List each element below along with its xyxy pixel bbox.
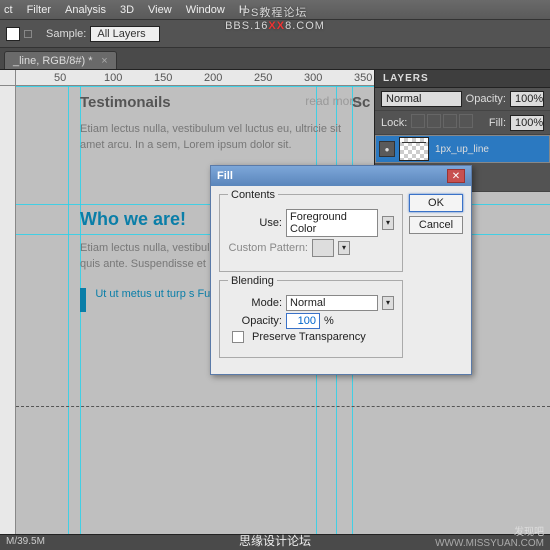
menu-item[interactable]: 3D [120, 4, 134, 16]
sample-label: Sample: [46, 28, 86, 40]
use-select[interactable]: Foreground Color [286, 209, 378, 237]
opacity-label: Opacity: [466, 93, 506, 105]
ruler-mark: 100 [104, 72, 122, 84]
percent-label: % [324, 315, 334, 327]
document-tab-name: _line, RGB/8#) * [13, 55, 92, 67]
fieldset-legend: Blending [228, 275, 277, 287]
menu-item[interactable]: Filter [27, 4, 51, 16]
fill-label: Fill: [489, 117, 506, 129]
section-title: Testimonails [80, 94, 171, 111]
options-bar: Sample: All Layers [0, 20, 550, 48]
menu-item[interactable]: Window [186, 4, 225, 16]
layer-thumbnail[interactable] [399, 137, 429, 161]
close-icon[interactable]: × [101, 55, 107, 67]
lock-label: Lock: [381, 117, 407, 129]
fieldset-legend: Contents [228, 189, 278, 201]
blend-mode-select[interactable]: Normal [381, 91, 462, 107]
quote-bar-icon [80, 288, 86, 312]
ruler-vertical[interactable] [0, 86, 16, 534]
menu-item[interactable]: View [148, 4, 172, 16]
lock-transparency-icon[interactable] [411, 114, 425, 128]
ruler-mark: 200 [204, 72, 222, 84]
close-icon[interactable]: ✕ [447, 169, 465, 183]
contents-fieldset: Contents Use: Foreground Color ▾ Custom … [219, 194, 403, 272]
selection-boundary [16, 406, 550, 407]
layer-name[interactable]: 1px_up_line [435, 144, 489, 155]
preserve-transparency-checkbox[interactable] [232, 331, 244, 343]
ruler-mark: 300 [304, 72, 322, 84]
chevron-down-icon[interactable]: ▾ [382, 216, 394, 230]
fill-field[interactable]: 100% [510, 115, 544, 131]
lock-pixels-icon[interactable] [427, 114, 441, 128]
menu-item[interactable]: ct [4, 4, 13, 16]
status-bar: M/39.5M [0, 534, 550, 550]
panel-tab-layers[interactable]: LAYERS [375, 70, 550, 88]
ruler-mark: 150 [154, 72, 172, 84]
blending-fieldset: Blending Mode: Normal ▾ Opacity: 100 % P… [219, 280, 403, 358]
layer-row-selected[interactable]: 1px_up_line [375, 135, 550, 163]
lock-all-icon[interactable] [459, 114, 473, 128]
mode-label: Mode: [228, 297, 282, 309]
menu-bar: ct Filter Analysis 3D View Window H [0, 0, 550, 20]
pattern-label: Custom Pattern: [228, 242, 308, 254]
ruler-corner [0, 70, 16, 86]
body-text: Etiam lectus nulla, vestibulum vel luctu… [80, 121, 360, 153]
ruler-mark: 250 [254, 72, 272, 84]
opacity-field[interactable]: 100% [510, 91, 544, 107]
lock-icons [411, 114, 475, 131]
chevron-down-icon: ▾ [338, 241, 350, 255]
tool-swatch[interactable] [6, 27, 20, 41]
preserve-transparency-label: Preserve Transparency [252, 331, 366, 343]
ok-button[interactable]: OK [409, 194, 463, 212]
chevron-down-icon[interactable]: ▾ [382, 296, 394, 310]
sample-select[interactable]: All Layers [90, 26, 160, 42]
document-tab[interactable]: _line, RGB/8#) * × [4, 51, 117, 69]
pattern-swatch [312, 239, 334, 257]
lock-position-icon[interactable] [443, 114, 457, 128]
cancel-button[interactable]: Cancel [409, 216, 463, 234]
visibility-eye-icon[interactable] [379, 141, 395, 157]
tool-dropdown-icon[interactable] [24, 30, 32, 38]
guide-vertical[interactable] [68, 86, 69, 534]
dialog-titlebar[interactable]: Fill ✕ [211, 166, 471, 186]
use-label: Use: [228, 217, 282, 229]
opacity-label: Opacity: [228, 315, 282, 327]
section-title-cut: Sc [352, 94, 370, 111]
menu-item[interactable]: H [239, 4, 247, 16]
menu-item[interactable]: Analysis [65, 4, 106, 16]
ruler-mark: 350 [354, 72, 372, 84]
ruler-mark: 50 [54, 72, 66, 84]
dialog-title: Fill [217, 170, 447, 182]
fill-dialog: Fill ✕ Contents Use: Foreground Color ▾ … [210, 165, 472, 375]
mode-select[interactable]: Normal [286, 295, 378, 311]
opacity-input[interactable]: 100 [286, 313, 320, 329]
document-tab-bar: _line, RGB/8#) * × [0, 48, 550, 70]
